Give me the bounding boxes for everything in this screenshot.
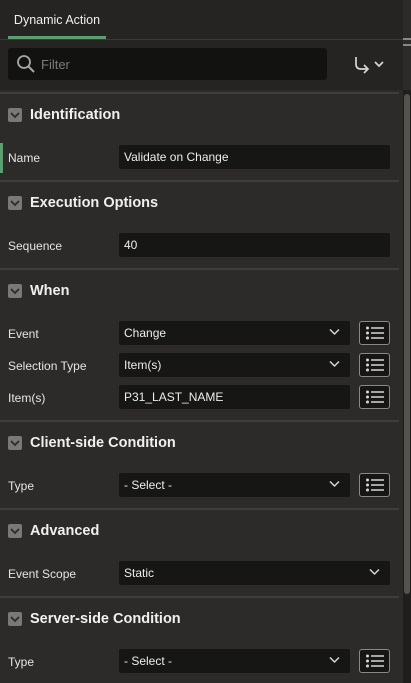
selection-type-select[interactable]: Item(s) xyxy=(119,353,350,377)
active-field-indicator xyxy=(0,143,3,173)
chevron-down-icon xyxy=(8,524,22,538)
filter-box[interactable] xyxy=(8,48,327,80)
section-title: Server-side Condition xyxy=(30,611,181,627)
section-execution-options[interactable]: Execution Options xyxy=(0,180,399,224)
sequence-label: Sequence xyxy=(8,239,63,253)
items-list-button[interactable] xyxy=(359,385,390,409)
client-type-label: Type xyxy=(8,479,35,493)
chevron-down-icon xyxy=(329,480,340,488)
tab-bar: Dynamic Action xyxy=(0,0,403,40)
event-value: Change xyxy=(124,326,167,340)
list-icon xyxy=(365,390,384,404)
event-label: Event xyxy=(8,327,39,341)
chevron-down-icon xyxy=(329,656,340,664)
splitter-mark xyxy=(403,38,411,40)
list-icon xyxy=(365,326,384,340)
section-advanced[interactable]: Advanced xyxy=(0,508,399,552)
event-select[interactable]: Change xyxy=(119,321,350,345)
go-to-group-icon xyxy=(355,57,384,74)
go-to-group-button[interactable] xyxy=(352,54,388,74)
section-server-side-condition[interactable]: Server-side Condition xyxy=(0,596,399,640)
chevron-down-icon xyxy=(8,196,22,210)
event-scope-select[interactable]: Static xyxy=(119,561,390,585)
name-label: Name xyxy=(8,151,41,165)
list-icon xyxy=(365,358,384,372)
client-type-select[interactable]: - Select - xyxy=(119,473,350,497)
splitter-mark xyxy=(403,44,411,46)
sequence-field[interactable]: 40 xyxy=(119,233,390,257)
section-title: Execution Options xyxy=(30,195,159,211)
selection-type-list-button[interactable] xyxy=(359,353,390,377)
server-type-value: - Select - xyxy=(124,654,173,668)
search-icon xyxy=(17,55,35,73)
selection-type-label: Selection Type xyxy=(8,359,87,373)
chevron-down-icon xyxy=(329,360,340,368)
toolbar xyxy=(0,40,403,90)
chevron-down-icon xyxy=(329,328,340,336)
chevron-down-icon xyxy=(8,612,22,626)
list-icon xyxy=(365,654,384,668)
filter-input[interactable] xyxy=(41,56,311,72)
scrollbar[interactable] xyxy=(403,90,411,683)
selection-type-value: Item(s) xyxy=(124,358,162,372)
section-title: Advanced xyxy=(30,523,100,539)
section-title: Identification xyxy=(30,107,121,123)
chevron-down-icon xyxy=(8,284,22,298)
section-title: Client-side Condition xyxy=(30,435,176,451)
event-scope-value: Static xyxy=(124,566,155,580)
section-client-side-condition[interactable]: Client-side Condition xyxy=(0,420,399,464)
event-list-button[interactable] xyxy=(359,321,390,345)
scrollbar-thumb[interactable] xyxy=(404,94,410,594)
client-type-list-button[interactable] xyxy=(359,473,390,497)
section-identification[interactable]: Identification xyxy=(0,92,399,136)
items-label: Item(s) xyxy=(8,391,46,405)
chevron-down-icon xyxy=(8,436,22,450)
tab-dynamic-action[interactable]: Dynamic Action xyxy=(8,0,106,40)
list-icon xyxy=(365,478,384,492)
chevron-down-icon xyxy=(369,568,380,576)
server-type-label: Type xyxy=(8,655,35,669)
chevron-down-icon xyxy=(8,108,22,122)
event-scope-label: Event Scope xyxy=(8,567,77,581)
name-field[interactable]: Validate on Change xyxy=(119,145,390,169)
client-type-value: - Select - xyxy=(124,478,173,492)
section-title: When xyxy=(30,283,70,299)
items-field[interactable]: P31_LAST_NAME xyxy=(119,385,350,409)
section-when[interactable]: When xyxy=(0,268,399,312)
server-type-list-button[interactable] xyxy=(359,649,390,673)
server-type-select[interactable]: - Select - xyxy=(119,649,350,673)
